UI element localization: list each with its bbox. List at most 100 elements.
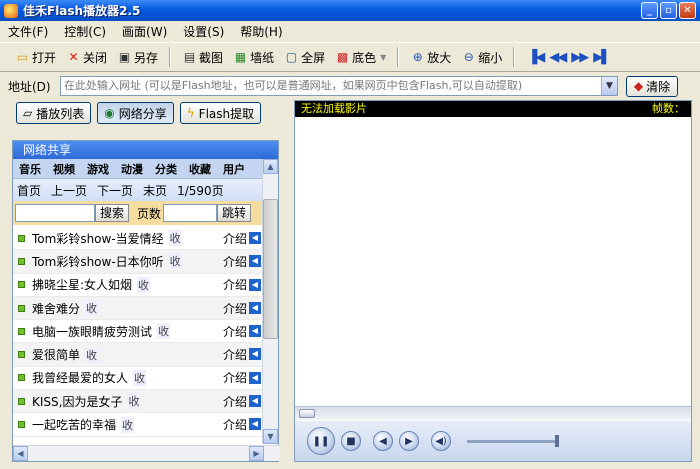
intro-link[interactable]: 介绍 xyxy=(223,416,247,433)
speaker-icon[interactable]: ◀ xyxy=(249,348,261,361)
maximize-button[interactable]: ▫ xyxy=(660,2,677,19)
player-status-bar: 无法加载影片 帧数： xyxy=(295,101,691,117)
clear-button[interactable]: ◆ 清除 xyxy=(626,75,678,97)
zoom-out-button[interactable]: ⊖ 缩小 xyxy=(456,45,507,69)
menu-help[interactable]: 帮助(H) xyxy=(240,23,282,40)
list-item[interactable]: 一起吃苦的幸福收介绍 ◀ xyxy=(13,413,263,437)
volume-thumb[interactable] xyxy=(555,434,559,447)
volume-slider[interactable] xyxy=(467,434,559,447)
minimize-button[interactable]: _ xyxy=(641,2,658,19)
speaker-icon[interactable]: ◀ xyxy=(249,232,261,244)
favorite-link[interactable]: 收 xyxy=(137,276,151,293)
close-button[interactable]: ✕ xyxy=(679,2,696,19)
vertical-scrollbar[interactable]: ▲ ▼ xyxy=(262,159,278,444)
wallpaper-button[interactable]: ▦ 墙纸 xyxy=(228,45,279,69)
address-input[interactable]: 在此处输入网址 (可以是Flash地址，也可以是普通网址，如果网页中包含Flas… xyxy=(60,76,618,96)
scroll-thumb[interactable] xyxy=(263,199,278,339)
list-item[interactable]: 我曾经最爱的女人收介绍 ◀ xyxy=(13,367,263,391)
list-item[interactable]: 电脑一族眼睛疲劳测试收介绍 ◀ xyxy=(13,320,263,344)
intro-link[interactable]: 介绍 xyxy=(223,323,247,340)
category-music[interactable]: 音乐 xyxy=(13,161,47,177)
list-item[interactable]: 拂晓尘星:女人如烟收介绍 ◀ xyxy=(13,274,263,297)
speaker-icon[interactable]: ◀ xyxy=(249,418,261,431)
favorite-link[interactable]: 收 xyxy=(157,323,171,340)
intro-link[interactable]: 介绍 xyxy=(223,300,247,317)
speaker-icon[interactable]: ◀ xyxy=(249,395,261,408)
last-page-link[interactable]: 末页 xyxy=(143,182,167,199)
speaker-icon[interactable]: ◀ xyxy=(249,278,261,291)
scroll-left-icon[interactable]: ◀ xyxy=(13,446,28,461)
favorite-link[interactable]: 收 xyxy=(168,230,182,247)
category-anime[interactable]: 动漫 xyxy=(115,161,149,177)
screenshot-button[interactable]: ▤ 截图 xyxy=(177,45,228,69)
speaker-icon[interactable]: ◀ xyxy=(249,325,261,338)
next-page-link[interactable]: 下一页 xyxy=(97,182,133,199)
category-games[interactable]: 游戏 xyxy=(81,161,115,177)
menu-settings[interactable]: 设置(S) xyxy=(183,23,224,40)
speaker-icon[interactable]: ◀ xyxy=(249,301,261,314)
bgcolor-button[interactable]: ▩ 底色 ▼ xyxy=(330,45,391,69)
last-icon[interactable]: ▶▌ xyxy=(593,50,611,65)
tab-network-share[interactable]: ◉ 网络分享 xyxy=(97,102,174,124)
list-item[interactable]: KISS,因为是女子收介绍 ◀ xyxy=(13,390,263,414)
tab-flash-extract[interactable]: ϟ Flash提取 xyxy=(179,102,262,124)
intro-link[interactable]: 介绍 xyxy=(223,346,247,363)
list-item[interactable]: Tom彩铃show-日本你听收介绍 ◀ xyxy=(13,250,263,274)
chevron-down-icon[interactable]: ▼ xyxy=(601,77,617,95)
horizontal-scrollbar[interactable]: ◀ ▶ xyxy=(13,445,280,461)
stop-button[interactable]: ■ xyxy=(341,431,361,451)
intro-link[interactable]: 介绍 xyxy=(223,276,247,293)
jump-button[interactable]: 跳转 xyxy=(217,204,252,222)
tab-playlist[interactable]: ▱ 播放列表 xyxy=(16,102,92,124)
favorite-link[interactable]: 收 xyxy=(85,346,99,363)
favorite-link[interactable]: 收 xyxy=(121,416,135,433)
zoom-in-button[interactable]: ⊕ 放大 xyxy=(405,45,456,69)
favorite-link[interactable]: 收 xyxy=(168,253,182,270)
rewind-icon[interactable]: ◀◀ xyxy=(549,50,567,65)
seek-bar[interactable] xyxy=(295,406,691,420)
previous-button[interactable]: ◀ xyxy=(373,431,393,451)
category-favorites[interactable]: 收藏 xyxy=(183,161,217,177)
forward-icon[interactable]: ▶▶ xyxy=(571,50,589,65)
prev-page-link[interactable]: 上一页 xyxy=(51,182,87,199)
fullscreen-button[interactable]: ▢ 全屏 xyxy=(279,45,330,69)
scroll-up-icon[interactable]: ▲ xyxy=(263,159,278,174)
favorite-link[interactable]: 收 xyxy=(133,369,147,386)
next-button[interactable]: ▶ xyxy=(399,431,419,451)
search-input[interactable] xyxy=(15,204,95,222)
page-number-input[interactable] xyxy=(163,204,218,222)
search-button[interactable]: 搜索 xyxy=(95,204,130,222)
seek-thumb[interactable] xyxy=(299,409,315,418)
favorite-link[interactable]: 收 xyxy=(127,393,141,410)
load-status: 无法加载影片 xyxy=(301,102,367,115)
intro-link[interactable]: 介绍 xyxy=(223,393,247,410)
scroll-right-icon[interactable]: ▶ xyxy=(249,446,264,461)
pause-button[interactable]: ❚❚ xyxy=(307,427,335,455)
first-page-link[interactable]: 首页 xyxy=(17,182,41,199)
intro-link[interactable]: 介绍 xyxy=(223,369,247,386)
intro-link[interactable]: 介绍 xyxy=(223,230,247,247)
menu-view[interactable]: 画面(W) xyxy=(122,23,167,40)
speaker-icon[interactable]: ◀ xyxy=(249,255,261,268)
list-item[interactable]: Tom彩铃show-当爱情经收介绍 ◀ xyxy=(13,227,263,251)
category-video[interactable]: 视频 xyxy=(47,161,81,177)
list-item[interactable]: 爱很简单收介绍 ◀ xyxy=(13,343,263,367)
close-file-button[interactable]: ✕ 关闭 xyxy=(61,45,112,69)
favorite-link[interactable]: 收 xyxy=(85,300,99,317)
address-row: 地址(D) 在此处输入网址 (可以是Flash地址，也可以是普通网址，如果网页中… xyxy=(0,73,700,99)
open-button[interactable]: ▭ 打开 xyxy=(10,45,61,69)
panel-header: 网络共享 xyxy=(13,141,278,159)
mute-button[interactable]: ◀) xyxy=(431,431,451,451)
category-classify[interactable]: 分类 xyxy=(149,161,183,177)
scroll-down-icon[interactable]: ▼ xyxy=(263,429,278,444)
list-item[interactable]: 难舍难分收介绍 ◀ xyxy=(13,296,263,321)
window-title: 佳禾Flash播放器2.5 xyxy=(23,4,141,18)
menu-file[interactable]: 文件(F) xyxy=(8,23,48,40)
speaker-icon[interactable]: ◀ xyxy=(249,371,261,384)
intro-link[interactable]: 介绍 xyxy=(223,253,247,270)
category-users[interactable]: 用户 xyxy=(217,161,251,177)
save-as-button[interactable]: ▣ 另存 xyxy=(112,45,163,69)
menu-control[interactable]: 控制(C) xyxy=(64,23,106,40)
first-icon[interactable]: ▐◀ xyxy=(527,50,545,65)
eraser-icon: ◆ xyxy=(633,79,644,93)
